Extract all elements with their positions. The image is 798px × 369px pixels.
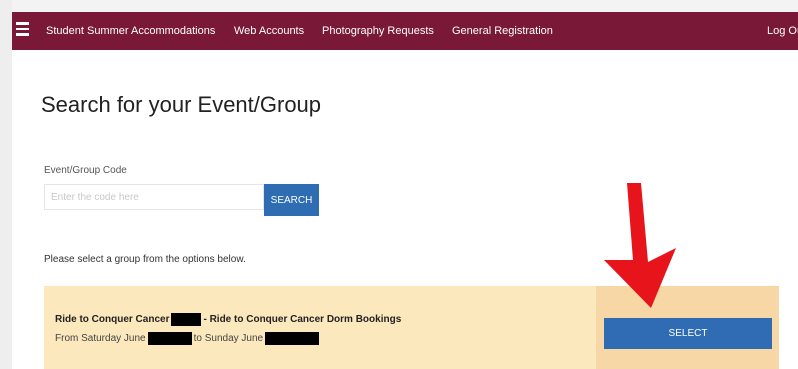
search-button[interactable]: SEARCH [264, 184, 319, 216]
group-dates-prefix: From Saturday June [55, 333, 146, 345]
group-title-prefix: Ride to Conquer Cancer [55, 314, 170, 326]
group-dates-middle: to Sunday June [193, 333, 264, 345]
hamburger-menu-icon[interactable] [16, 22, 29, 38]
nav-photography-requests[interactable]: Photography Requests [322, 12, 434, 50]
group-dates: From Saturday June to Sunday June [55, 332, 321, 345]
page-title: Search for your Event/Group [41, 92, 322, 117]
nav-web-accounts[interactable]: Web Accounts [234, 12, 304, 50]
group-title-suffix: - Ride to Conquer Cancer Dorm Bookings [203, 314, 402, 326]
left-margin [0, 0, 12, 369]
logout-link[interactable]: Log Ou [767, 12, 798, 50]
down-arrow-icon [604, 183, 676, 308]
top-margin [0, 0, 798, 12]
nav-student-summer-accommodations[interactable]: Student Summer Accommodations [46, 12, 215, 50]
top-nav-bar: Student Summer Accommodations Web Accoun… [12, 12, 798, 50]
select-group-button[interactable]: SELECT [604, 318, 772, 349]
redacted-block [147, 332, 192, 345]
nav-general-registration[interactable]: General Registration [452, 12, 553, 50]
redacted-block [265, 332, 320, 345]
event-group-code-input[interactable] [44, 184, 264, 210]
annotation-arrow-shape [604, 183, 676, 308]
event-group-code-label: Event/Group Code [44, 165, 127, 176]
instructions-text: Please select a group from the options b… [44, 254, 246, 265]
redacted-block [171, 313, 202, 326]
group-title: Ride to Conquer Cancer - Ride to Conquer … [55, 313, 401, 326]
